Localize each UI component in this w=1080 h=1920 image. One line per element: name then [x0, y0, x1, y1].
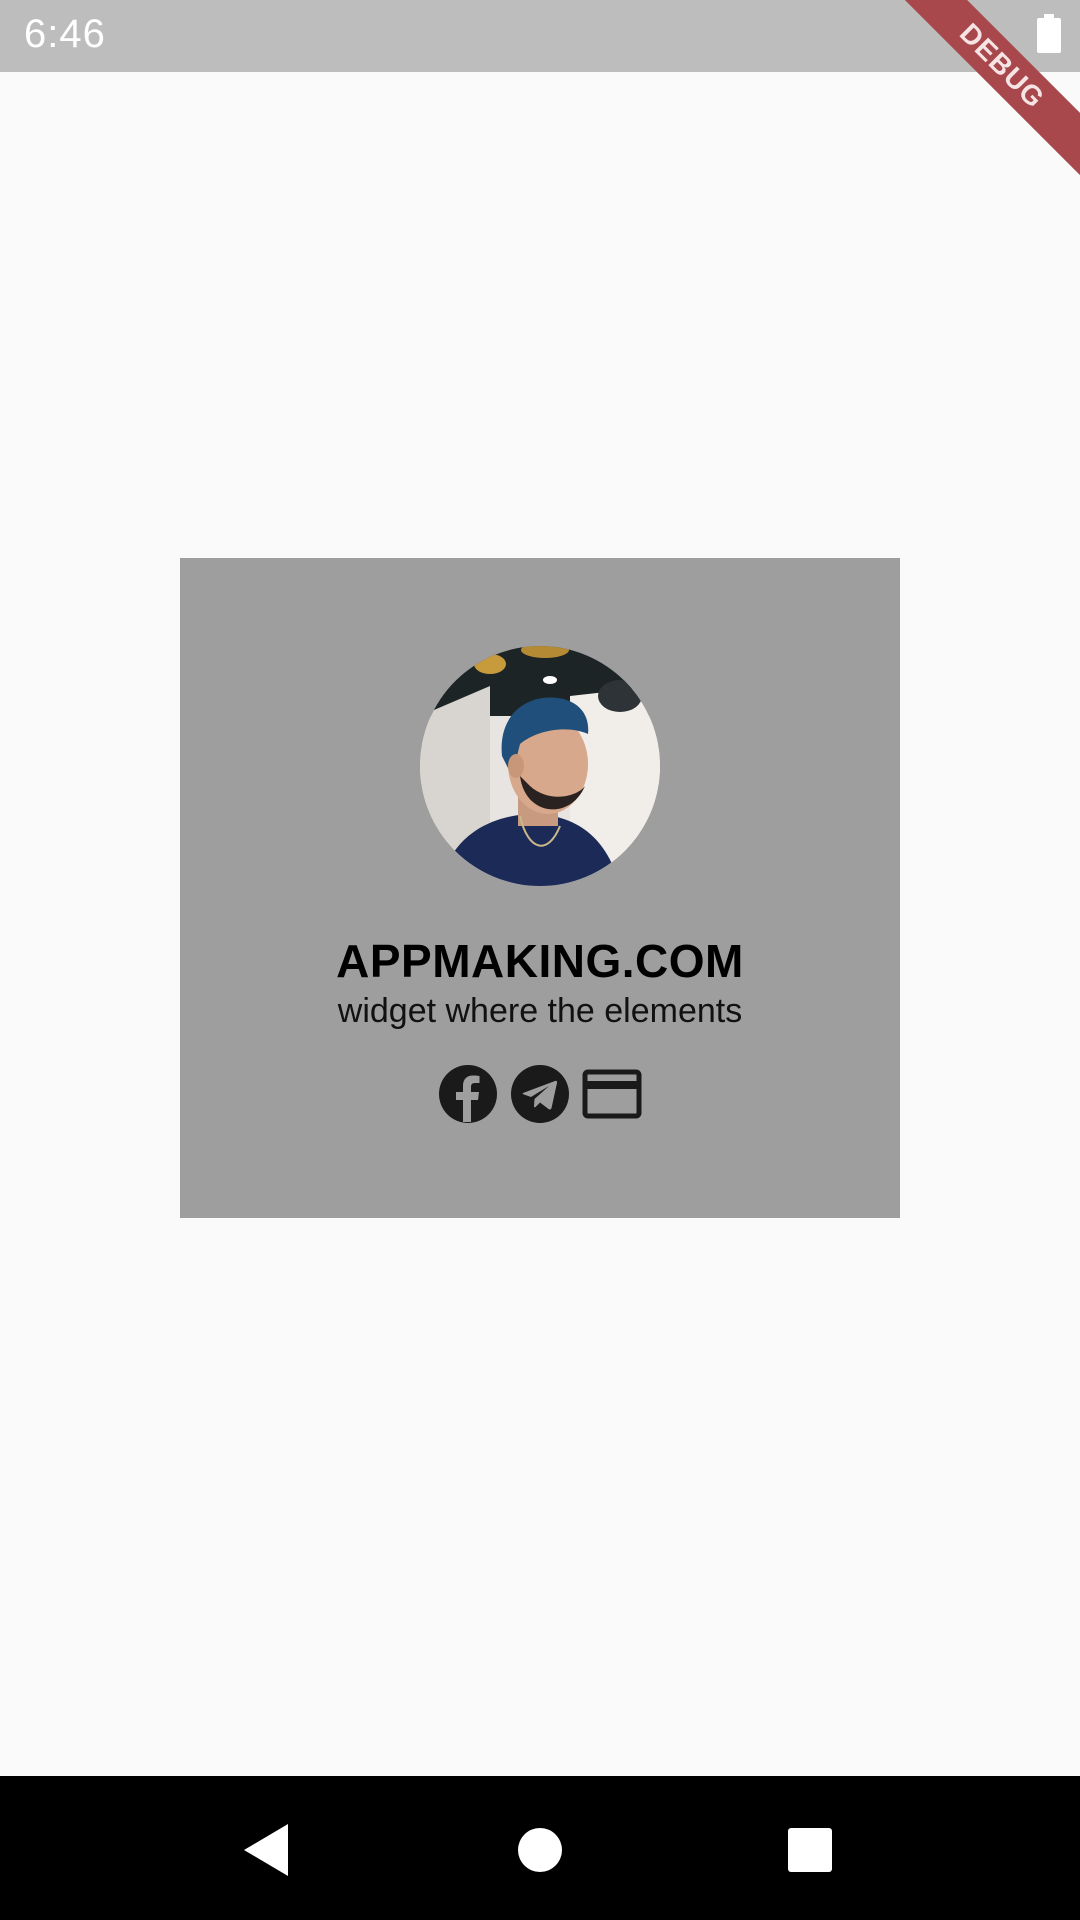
profile-card: APPMAKING.COM widget where the elements [180, 558, 900, 1218]
card-subtitle: widget where the elements [337, 992, 743, 1030]
telegram-icon [511, 1065, 569, 1123]
social-icon-row [180, 1064, 900, 1128]
facebook-button[interactable] [438, 1064, 498, 1124]
telegram-button[interactable] [510, 1064, 570, 1124]
battery-full-icon [1037, 14, 1061, 53]
home-icon [518, 1828, 562, 1872]
navigation-bar [0, 1776, 1080, 1920]
credit-card-icon [582, 1069, 642, 1119]
avatar [420, 646, 660, 886]
card-title: APPMAKING.COM [336, 935, 744, 987]
status-time: 6:46 [24, 12, 106, 56]
credit-card-button[interactable] [582, 1064, 642, 1124]
app-screen: 6:46 DEBUG APPMAKING.COM widget where th… [0, 0, 1080, 1920]
profile-photo [420, 646, 660, 886]
back-icon [244, 1824, 288, 1876]
back-button[interactable] [230, 1814, 302, 1886]
recents-icon [788, 1828, 832, 1872]
home-button[interactable] [504, 1814, 576, 1886]
facebook-icon [439, 1065, 497, 1123]
status-bar: 6:46 [0, 0, 1080, 72]
recents-button[interactable] [774, 1814, 846, 1886]
